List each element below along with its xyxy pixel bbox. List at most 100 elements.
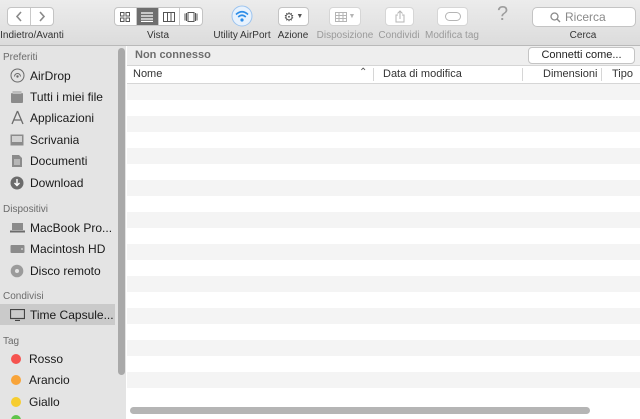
tags-header: Tag xyxy=(3,336,20,347)
column-size[interactable]: Dimensioni xyxy=(543,68,597,80)
list-row xyxy=(127,132,640,148)
shared-header: Condivisi xyxy=(3,291,44,302)
list-row xyxy=(127,164,640,180)
sidebar-item-remote-disc[interactable]: Disco remoto xyxy=(0,260,115,281)
search-field[interactable]: Ricerca xyxy=(532,7,636,27)
column-view-button[interactable] xyxy=(159,8,181,25)
sidebar-item-label: Time Capsule... xyxy=(30,307,114,322)
orange-tag-dot-icon xyxy=(11,374,21,385)
icon-view-button[interactable] xyxy=(115,8,137,25)
download-icon xyxy=(9,175,25,191)
devices-header: Dispositivi xyxy=(3,204,49,215)
red-tag-dot-icon xyxy=(11,353,21,364)
airport-label: Utility AirPort xyxy=(213,30,271,41)
list-row xyxy=(127,148,640,164)
sidebar-item-download[interactable]: Download xyxy=(0,172,115,193)
tag-icon xyxy=(444,12,461,21)
sidebar-item-label: Disco remoto xyxy=(30,263,101,278)
column-date-modified[interactable]: Data di modifica xyxy=(383,68,462,80)
list-row xyxy=(127,372,640,388)
list-row xyxy=(127,308,640,324)
list-row xyxy=(127,116,640,132)
column-divider[interactable] xyxy=(373,68,374,81)
view-switcher xyxy=(114,7,203,26)
green-tag-dot-icon xyxy=(11,415,21,419)
list-row xyxy=(127,196,640,212)
tags-label: Modifica tag xyxy=(425,30,479,41)
airdrop-icon xyxy=(9,68,25,84)
sidebar-item-label: Rosso xyxy=(29,351,64,366)
list-view-button[interactable] xyxy=(136,8,159,25)
airport-utility-button[interactable] xyxy=(231,5,253,27)
search-placeholder: Ricerca xyxy=(565,10,606,24)
chevron-left-icon xyxy=(15,11,22,22)
list-row xyxy=(127,260,640,276)
list-row xyxy=(127,180,640,196)
help-icon[interactable]: ? xyxy=(497,3,508,26)
favorites-header: Preferiti xyxy=(3,52,38,63)
column-divider[interactable] xyxy=(522,68,523,81)
sidebar-item-documents[interactable]: Documenti xyxy=(0,150,115,171)
back-button[interactable] xyxy=(8,8,31,25)
connect-as-button[interactable]: Connetti come... xyxy=(528,47,635,64)
edit-tags-button[interactable] xyxy=(437,7,468,26)
sidebar-item-macbook-pro[interactable]: MacBook Pro... xyxy=(0,217,115,238)
arrange-grid-icon xyxy=(334,11,347,22)
view-label: Vista xyxy=(146,30,170,41)
sidebar-item-desktop[interactable]: Scrivania xyxy=(0,129,115,150)
list-row xyxy=(127,324,640,340)
yellow-tag-dot-icon xyxy=(11,396,21,407)
applications-icon xyxy=(9,110,25,126)
sidebar-item-label: Scrivania xyxy=(30,132,80,147)
all-files-icon xyxy=(9,89,25,105)
wifi-icon xyxy=(231,5,253,27)
column-kind[interactable]: Tipo xyxy=(612,68,633,80)
file-list[interactable] xyxy=(127,84,640,414)
column-divider[interactable] xyxy=(601,68,602,81)
horizontal-scrollbar[interactable] xyxy=(130,407,590,414)
sidebar-item-tag-yellow[interactable]: Giallo xyxy=(0,391,115,412)
list-row xyxy=(127,228,640,244)
action-button[interactable]: ⚙ ▼ xyxy=(278,7,309,26)
connection-status: Non connesso xyxy=(135,49,211,61)
sort-chevron-up-icon: ⌃ xyxy=(359,67,368,78)
sidebar-item-tag-red[interactable]: Rosso xyxy=(0,348,115,369)
sidebar-item-macintosh-hd[interactable]: Macintosh HD xyxy=(0,238,115,259)
sidebar-item-tag-orange[interactable]: Arancio xyxy=(0,369,115,390)
search-icon xyxy=(550,12,561,23)
grid-icon xyxy=(120,11,131,22)
connection-bar: Non connesso Connetti come... xyxy=(127,46,640,66)
list-row xyxy=(127,276,640,292)
list-row xyxy=(127,212,640,228)
sidebar-item-airdrop[interactable]: AirDrop xyxy=(0,65,115,86)
columns-icon xyxy=(162,11,175,22)
sidebar: Preferiti AirDrop Tutti i miei file Appl… xyxy=(0,46,126,419)
toolbar: Indietro/Avanti Vista Utility AirPort ⚙ … xyxy=(0,0,640,46)
sidebar-scrollbar[interactable] xyxy=(118,48,125,375)
sidebar-item-label: Download xyxy=(30,175,84,190)
forward-button[interactable] xyxy=(31,8,53,25)
sidebar-item-label: MacBook Pro... xyxy=(30,220,113,235)
share-label: Condividi xyxy=(378,30,420,41)
share-icon xyxy=(395,10,404,23)
file-browser: Non connesso Connetti come... Nome ⌃ Dat… xyxy=(127,46,640,419)
cover-flow-button[interactable] xyxy=(180,8,202,25)
sidebar-item-applications[interactable]: Applicazioni xyxy=(0,107,115,128)
sidebar-item-all-files[interactable]: Tutti i miei file xyxy=(0,86,115,107)
laptop-icon xyxy=(9,220,25,236)
sidebar-item-label: AirDrop xyxy=(30,68,71,83)
sidebar-item-label: Tutti i miei file xyxy=(30,89,103,104)
column-name[interactable]: Nome xyxy=(133,68,162,80)
sidebar-item-time-capsule[interactable]: Time Capsule... xyxy=(0,304,115,325)
arrange-button[interactable]: ▼ xyxy=(329,7,361,26)
chevron-down-icon: ▼ xyxy=(348,13,356,20)
share-button[interactable] xyxy=(385,7,414,26)
display-icon xyxy=(9,307,25,323)
list-row xyxy=(127,388,640,404)
sidebar-item-label: Arancio xyxy=(29,372,70,387)
sidebar-item-label: Giallo xyxy=(29,394,60,409)
action-label: Azione xyxy=(277,30,309,41)
cover-flow-icon xyxy=(184,11,198,22)
remote-disc-icon xyxy=(9,263,25,279)
chevron-right-icon xyxy=(39,11,45,22)
